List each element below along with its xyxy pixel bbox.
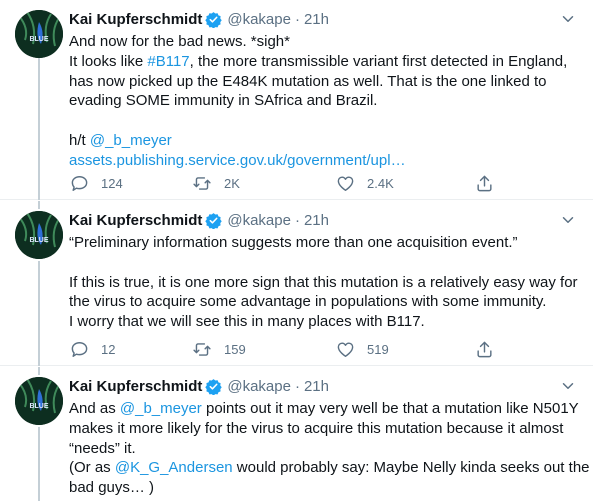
like-count: 519 — [367, 341, 389, 357]
thread-connector — [38, 201, 40, 209]
heart-icon — [337, 175, 354, 191]
tweet-line: It looks like #B117, the more transmissi… — [69, 52, 568, 70]
heart-icon — [337, 341, 354, 357]
separator-dot: · — [294, 10, 300, 28]
avatar[interactable]: BLUE — [15, 211, 63, 259]
verified-badge-icon — [205, 212, 223, 229]
more-options-icon[interactable] — [557, 376, 579, 396]
action-bar: 12 159 519 — [60, 339, 585, 359]
reply-icon — [71, 341, 88, 357]
mention-link[interactable]: @K_G_Andersen — [115, 459, 233, 476]
tweet-line: assets.publishing.service.gov.uk/governm… — [69, 151, 581, 171]
share-button[interactable] — [475, 173, 494, 193]
retweet-count: 2K — [224, 175, 240, 191]
tweet-line — [69, 253, 581, 273]
author-handle[interactable]: @kakape — [227, 212, 291, 229]
author-name[interactable]: Kai Kupferschmidt — [69, 378, 202, 395]
mention-link[interactable]: @_b_meyer — [120, 400, 202, 417]
tweet-line: bad guys… ) — [69, 479, 155, 497]
like-count: 2.4K — [367, 175, 394, 191]
url-link[interactable]: assets.publishing.service.gov.uk/governm… — [69, 152, 406, 169]
avatar-text: BLUE — [29, 403, 48, 410]
author-handle[interactable]: @kakape — [227, 11, 291, 28]
tweet-header: Kai Kupferschmidt @kakape · 21h — [69, 9, 578, 29]
tweet-line: (Or as @K_G_Andersen would probably say:… — [69, 459, 590, 477]
tweet-line: And now for the bad news. *sigh* — [69, 33, 290, 50]
more-options-icon[interactable] — [557, 210, 579, 230]
avatar-text: BLUE — [29, 36, 48, 43]
thread-connector — [38, 58, 40, 200]
verified-badge-icon — [205, 11, 223, 28]
tweet-header: Kai Kupferschmidt @kakape · 21h — [69, 210, 578, 230]
tweet-timestamp[interactable]: 21h — [304, 378, 329, 395]
action-bar: 124 2K 2.4K — [60, 173, 585, 193]
tweet-line: I worry that we will see this in many pl… — [69, 313, 425, 331]
reply-count: 124 — [101, 175, 123, 191]
retweet-count: 159 — [224, 341, 246, 357]
retweet-button[interactable]: 2K — [192, 173, 240, 193]
like-button[interactable]: 519 — [336, 339, 389, 359]
share-icon — [477, 175, 492, 191]
tweet-line: the virus to acquire some advantage in p… — [69, 293, 547, 311]
tweet-line: makes it more likely for the virus to ac… — [69, 419, 564, 437]
author-name[interactable]: Kai Kupferschmidt — [69, 212, 202, 229]
tweet-line: has now picked up the E484K mutation as … — [69, 72, 547, 90]
tweet-line — [69, 111, 581, 131]
retweet-icon — [193, 176, 211, 190]
reply-button[interactable]: 124 — [70, 173, 123, 193]
separator-dot: · — [294, 377, 300, 395]
share-button[interactable] — [475, 339, 494, 359]
tweet-header: Kai Kupferschmidt @kakape · 21h — [69, 376, 578, 396]
tweet[interactable]: BLUE Kai Kupferschmidt @kakape · 21h And… — [0, 0, 593, 200]
tweet-line: evading SOME immunity in SAfrica and Bra… — [69, 92, 378, 110]
reply-count: 12 — [101, 341, 116, 357]
tweet-text: And as @_b_meyer points out it may very … — [69, 399, 590, 498]
reply-icon — [71, 175, 88, 191]
retweet-button[interactable]: 159 — [192, 339, 246, 359]
hashtag-link[interactable]: #B117 — [147, 53, 189, 70]
tweet[interactable]: BLUE Kai Kupferschmidt @kakape · 21h “Pr… — [0, 201, 593, 366]
like-button[interactable]: 2.4K — [336, 173, 394, 193]
thread-connector — [38, 261, 40, 366]
thread-connector — [38, 367, 40, 375]
avatar[interactable]: BLUE — [15, 377, 63, 425]
tweet-line: And as @_b_meyer points out it may very … — [69, 400, 579, 417]
tweet-text: And now for the bad news. *sigh* It look… — [69, 32, 581, 171]
tweet-text: “Preliminary information suggests more t… — [69, 233, 581, 332]
thread-connector — [38, 427, 40, 501]
tweet[interactable]: BLUE Kai Kupferschmidt @kakape · 21h And… — [0, 367, 593, 501]
author-name[interactable]: Kai Kupferschmidt — [69, 11, 202, 28]
share-icon — [477, 341, 492, 357]
tweet-line: “Preliminary information suggests more t… — [69, 234, 518, 251]
tweet-timestamp[interactable]: 21h — [304, 11, 329, 28]
author-handle[interactable]: @kakape — [227, 378, 291, 395]
verified-badge-icon — [205, 378, 223, 395]
tweet-line: If this is true, it is one more sign tha… — [69, 273, 578, 291]
more-options-icon[interactable] — [557, 9, 579, 29]
separator-dot: · — [294, 211, 300, 229]
avatar[interactable]: BLUE — [15, 10, 63, 58]
tweet-line: h/t @_b_meyer — [69, 131, 172, 149]
mention-link[interactable]: @_b_meyer — [90, 132, 172, 149]
retweet-icon — [193, 342, 211, 356]
reply-button[interactable]: 12 — [70, 339, 115, 359]
avatar-text: BLUE — [29, 237, 48, 244]
tweet-line: “needs” it. — [69, 439, 136, 457]
tweet-timestamp[interactable]: 21h — [304, 212, 329, 229]
